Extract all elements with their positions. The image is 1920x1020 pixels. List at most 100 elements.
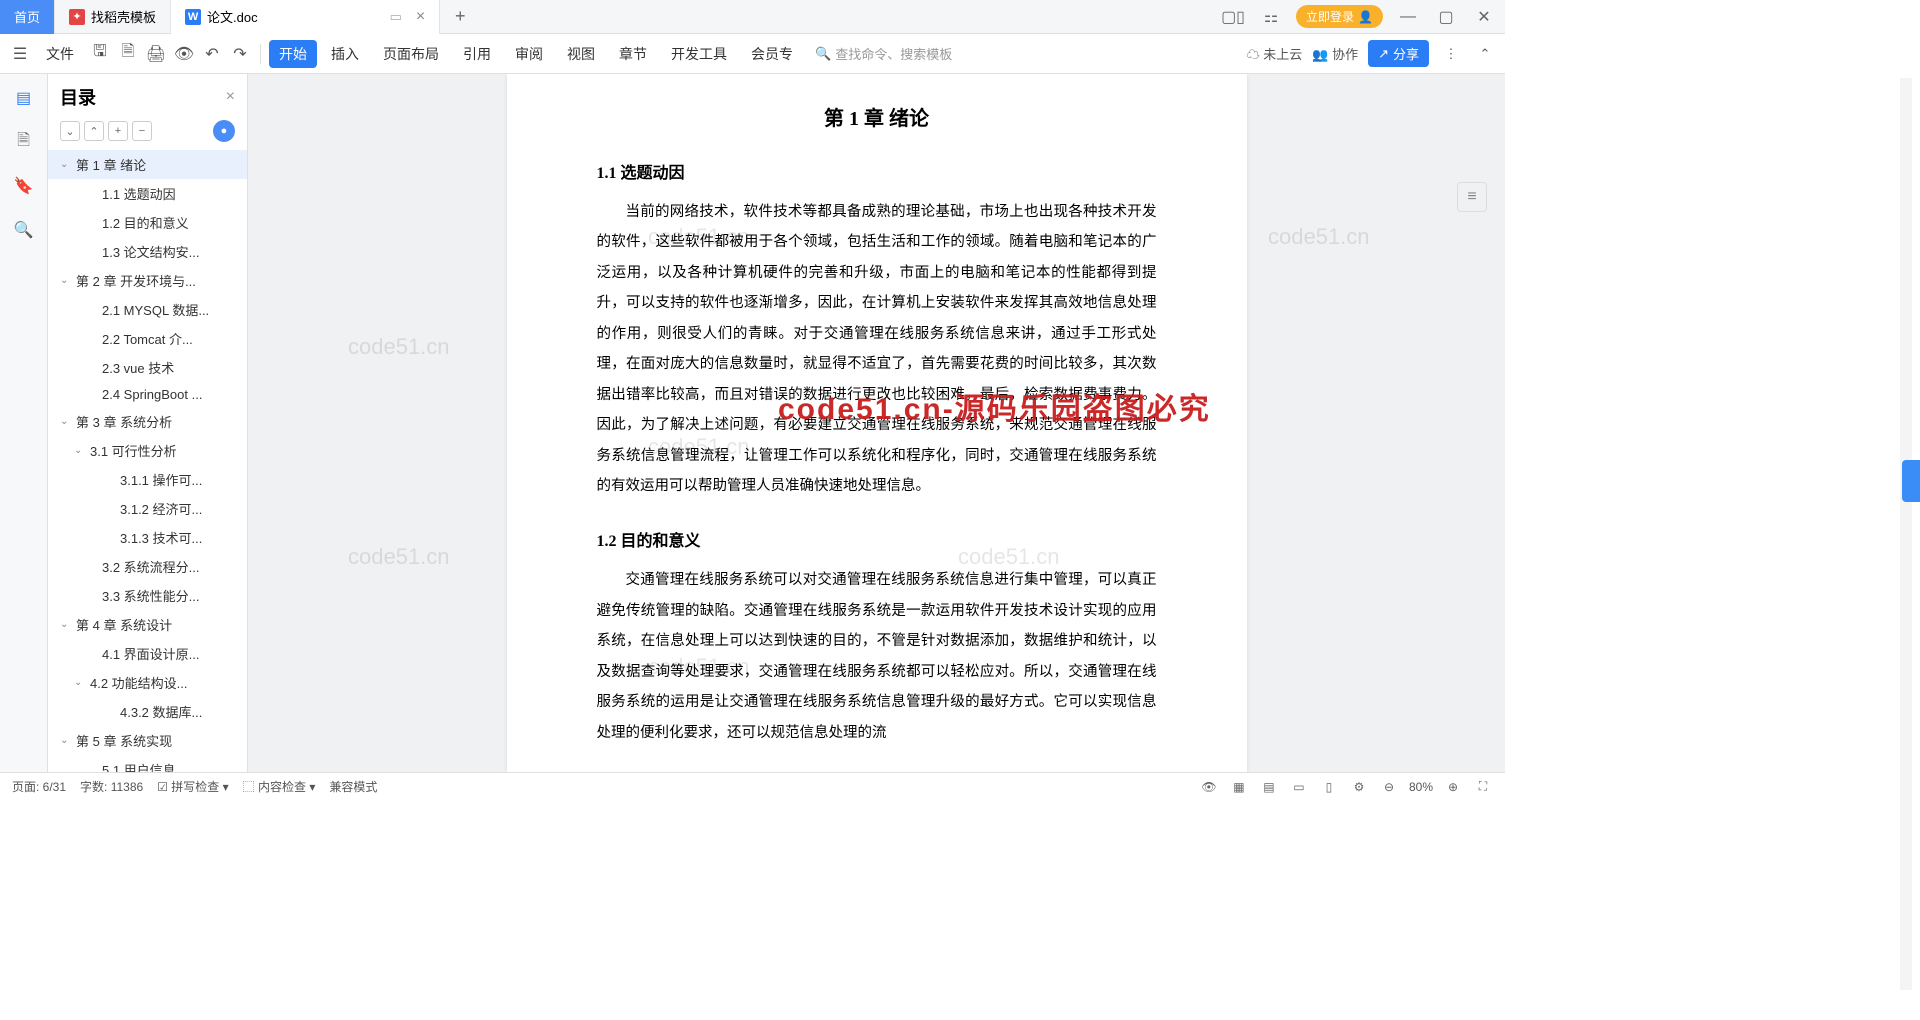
menu-icon[interactable]: ☰ [8,42,32,66]
ai-icon[interactable]: ● [213,120,235,142]
bookmark-nav-icon[interactable]: 🔖 [12,174,36,198]
tree-item[interactable]: ›5.1 用户信息... [48,755,247,772]
doc-p1: 当前的网络技术，软件技术等都具备成熟的理论基础，市场上也出现各种技术开发的软件，… [597,197,1157,501]
wps-icon: W [185,9,201,25]
menu-member[interactable]: 会员专 [741,40,803,68]
zoom-level[interactable]: 80% [1409,780,1433,794]
contentcheck-button[interactable]: ⬚ 内容检查 ▾ [243,778,316,795]
tree-item[interactable]: ›1.1 选题动因 [48,179,247,208]
save-icon[interactable]: 🖫 [88,42,112,66]
collapse-down-icon[interactable]: ⌄ [60,121,80,141]
tree-item[interactable]: ›2.4 SpringBoot ... [48,382,247,407]
tree-item[interactable]: ›1.2 目的和意义 [48,208,247,237]
menu-ref[interactable]: 引用 [453,40,501,68]
tree-item-label: 第 3 章 系统分析 [76,412,172,431]
menu-chapter[interactable]: 章节 [609,40,657,68]
tab-home[interactable]: 首页 [0,0,55,34]
redo-icon[interactable]: ↷ [228,42,252,66]
more-icon[interactable]: ⋮ [1439,42,1463,66]
close-window-button[interactable]: ✕ [1471,4,1497,30]
dao-icon: ✦ [69,9,85,25]
settings-icon[interactable]: ⚙ [1349,777,1369,797]
remove-icon[interactable]: − [132,121,152,141]
fullscreen-icon[interactable]: ⛶ [1473,777,1493,797]
undo-icon[interactable]: ↶ [200,42,224,66]
print-icon[interactable]: 🖨 [144,42,168,66]
tree-item-label: 2.4 SpringBoot ... [102,387,202,402]
tree-item-label: 3.1.1 操作可... [120,470,202,489]
titlebar: 首页 ✦ 找稻壳模板 W 论文.doc ▭ × + ▢▯ ⚏ 立即登录👤 — ▢… [0,0,1505,34]
watermark: code51.cn [1268,224,1370,250]
tree-item[interactable]: ›2.1 MYSQL 数据... [48,295,247,324]
minimize-button[interactable]: — [1395,4,1421,30]
outline-nav-icon[interactable]: ▤ [12,86,36,110]
view-web-icon[interactable]: ▤ [1259,777,1279,797]
login-button[interactable]: 立即登录👤 [1296,5,1383,28]
doc-h1: 第 1 章 绪论 [597,102,1157,131]
spellcheck-button[interactable]: ☑ 拼写检查 ▾ [157,778,228,795]
tree-item[interactable]: ›3.1.1 操作可... [48,465,247,494]
collapse-up-icon[interactable]: ⌃ [84,121,104,141]
tree-item[interactable]: ›2.3 vue 技术 [48,353,247,382]
collab-button[interactable]: 👥 协作 [1312,44,1358,63]
tree-item[interactable]: ›4.1 界面设计原... [48,639,247,668]
search-nav-icon[interactable]: 🔍 [12,218,36,242]
tree-item[interactable]: ›3.2 系统流程分... [48,552,247,581]
view-outline-icon[interactable]: ▭ [1289,777,1309,797]
compat-mode[interactable]: 兼容模式 [329,778,377,795]
tab-document[interactable]: W 论文.doc ▭ × [171,0,440,34]
tree-item[interactable]: ›3.1.2 经济可... [48,494,247,523]
view-eye-icon[interactable]: 👁 [1199,777,1219,797]
add-icon[interactable]: + [108,121,128,141]
menu-review[interactable]: 审阅 [505,40,553,68]
word-count[interactable]: 字数: 11386 [80,778,143,795]
tree-item[interactable]: ›4.3.2 数据库... [48,697,247,726]
outline-close-icon[interactable]: × [226,88,235,106]
page-nav-icon[interactable]: 🗎 [12,130,36,154]
menu-layout[interactable]: 页面布局 [373,40,449,68]
doc-s11: 1.1 选题动因 [597,159,1157,183]
scrollbar[interactable] [1900,78,1912,990]
new-tab-button[interactable]: + [440,6,480,27]
tab-template[interactable]: ✦ 找稻壳模板 [55,0,171,34]
zoom-out-icon[interactable]: ⊖ [1379,777,1399,797]
apps-icon[interactable]: ⚏ [1258,4,1284,30]
chevron-icon: ⌄ [74,677,86,688]
maximize-button[interactable]: ▢ [1433,4,1459,30]
saveas-icon[interactable]: 🗎 [116,42,140,66]
collapse-icon[interactable]: ⌃ [1473,42,1497,66]
tree-item[interactable]: ›2.2 Tomcat 介... [48,324,247,353]
view-print-icon[interactable]: ▦ [1229,777,1249,797]
tree-item[interactable]: ⌄第 4 章 系统设计 [48,610,247,639]
main-area: ▤ 🗎 🔖 🔍 目录 × ⌄ ⌃ + − ● ⌄第 1 章 绪论›1.1 选题动… [0,74,1505,772]
feedback-tab[interactable] [1902,460,1920,502]
tree-item[interactable]: ⌄第 3 章 系统分析 [48,407,247,436]
menu-insert[interactable]: 插入 [321,40,369,68]
format-float-icon[interactable]: ≡ [1457,182,1487,212]
cloud-status[interactable]: ☁ 未上云 [1247,44,1303,63]
tab-split-icon[interactable]: ▭ [390,9,402,25]
tree-item[interactable]: ›3.1.3 技术可... [48,523,247,552]
close-icon[interactable]: × [416,8,425,26]
preview-icon[interactable]: 👁 [172,42,196,66]
layout-icon[interactable]: ▢▯ [1220,4,1246,30]
tree-item[interactable]: ›3.3 系统性能分... [48,581,247,610]
zoom-in-icon[interactable]: ⊕ [1443,777,1463,797]
tree-item[interactable]: ›1.3 论文结构安... [48,237,247,266]
menu-dev[interactable]: 开发工具 [661,40,737,68]
tree-item-label: 1.1 选题动因 [102,184,176,203]
file-menu[interactable]: 文件 [36,40,84,68]
tree-item[interactable]: ⌄ 4.2 功能结构设... [48,668,247,697]
menu-start[interactable]: 开始 [269,40,317,68]
tree-item-label: 4.2 功能结构设... [90,673,188,692]
tree-item[interactable]: ⌄第 2 章 开发环境与... [48,266,247,295]
sidebar-nav: ▤ 🗎 🔖 🔍 [0,74,48,772]
tree-item[interactable]: ⌄第 5 章 系统实现 [48,726,247,755]
tree-item[interactable]: ⌄第 1 章 绪论 [48,150,247,179]
menu-view[interactable]: 视图 [557,40,605,68]
tree-item[interactable]: ⌄3.1 可行性分析 [48,436,247,465]
share-button[interactable]: ↗ 分享 [1368,40,1429,67]
search-input[interactable]: 🔍 查找命令、搜索模板 [807,44,977,63]
page-indicator[interactable]: 页面: 6/31 [12,778,66,795]
view-read-icon[interactable]: ▯ [1319,777,1339,797]
